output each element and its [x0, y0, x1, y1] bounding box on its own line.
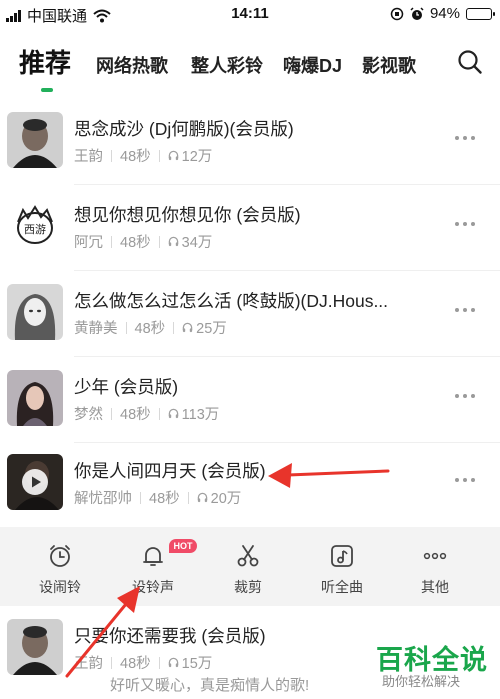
song-plays: 12万 [181, 149, 213, 165]
song-artist: 王韵 [74, 149, 103, 165]
song-action-panel: 设闹铃 设铃声 裁剪 听全曲 其他 [0, 527, 500, 606]
svg-text:西游: 西游 [24, 223, 46, 236]
song-plays: 20万 [210, 491, 242, 507]
song-artist: 黄静美 [74, 321, 118, 337]
song-plays: 15万 [181, 656, 213, 672]
category-tabs: 推荐 网络热歌 整人彩铃 嗨爆DJ 影视歌 [0, 38, 500, 98]
music-note-icon [331, 545, 353, 567]
song-title: 怎么做怎么过怎么活 (咚鼓版)(DJ.Hous... [74, 291, 389, 311]
headphones-icon [168, 657, 178, 668]
headphones-icon [168, 150, 178, 161]
headphones-icon [197, 492, 207, 503]
bell-icon [143, 547, 163, 566]
search-icon[interactable] [456, 48, 484, 76]
listen-full-label: 听全曲 [321, 579, 363, 595]
trim-button[interactable]: 裁剪 [213, 543, 283, 597]
song-plays: 34万 [181, 235, 213, 251]
song-title: 少年 (会员版) [74, 377, 179, 397]
song-title: 你是人间四月天 (会员版) [74, 461, 266, 481]
alarm-status-icon [410, 6, 424, 20]
song-item[interactable]: 怎么做怎么过怎么活 (咚鼓版)(DJ.Hous... 黄静美 48秒 25万 [0, 271, 500, 357]
song-item-playing[interactable]: 你是人间四月天 (会员版) 解忧邵帅 48秒 20万 [0, 441, 500, 527]
set-ringtone-label: 设铃声 [132, 579, 174, 595]
song-artist: 梦然 [74, 407, 103, 423]
more-options-icon[interactable] [455, 474, 485, 486]
headphones-icon [168, 408, 178, 419]
headphones-icon [182, 322, 193, 333]
song-plays: 113万 [181, 407, 220, 423]
alarm-clock-icon [50, 545, 70, 567]
song-cover [7, 619, 63, 675]
listen-full-button[interactable]: 听全曲 [307, 543, 377, 597]
more-options-icon[interactable] [455, 132, 485, 144]
more-dots-icon [423, 552, 447, 560]
song-cover [7, 112, 63, 168]
song-artist: 阿冗 [74, 235, 103, 251]
song-duration: 48秒 [120, 656, 151, 672]
battery-percent: 94% [429, 5, 460, 22]
set-alarm-label: 设闹铃 [39, 579, 81, 595]
song-title: 思念成沙 (Dj何鹏版)(会员版) [74, 119, 294, 139]
active-tab-indicator [41, 88, 53, 92]
song-title: 想见你想见你想见你 (会员版) [74, 205, 301, 225]
other-label: 其他 [421, 579, 449, 595]
headphones-icon [168, 236, 178, 247]
orientation-lock-icon [390, 7, 404, 20]
more-options-icon[interactable] [455, 304, 485, 316]
song-duration: 48秒 [134, 321, 166, 337]
song-duration: 48秒 [120, 235, 151, 251]
tab-network-hits[interactable]: 网络热歌 [96, 52, 168, 78]
song-item[interactable]: 西游 想见你想见你想见你 (会员版) 阿冗 48秒 34万 [0, 185, 500, 271]
song-cover: 西游 [7, 198, 63, 254]
song-artist: 王韵 [74, 656, 103, 672]
song-title: 只要你还需要我 (会员版) [74, 626, 266, 646]
song-cover [7, 370, 63, 426]
battery-icon [466, 7, 495, 20]
song-duration: 48秒 [120, 149, 151, 165]
other-button[interactable]: 其他 [400, 543, 470, 597]
tab-prank-ringtones[interactable]: 整人彩铃 [191, 52, 263, 78]
set-alarm-button[interactable]: 设闹铃 [25, 543, 95, 597]
song-plays: 25万 [196, 321, 227, 337]
more-options-icon[interactable] [455, 218, 485, 230]
song-item[interactable]: 思念成沙 (Dj何鹏版)(会员版) 王韵 48秒 12万 [0, 99, 500, 185]
hot-badge: HOT [169, 539, 197, 553]
more-options-icon[interactable] [455, 390, 485, 402]
watermark-subtitle: 助你轻松解决 [382, 674, 461, 689]
play-icon[interactable] [21, 468, 49, 496]
trim-label: 裁剪 [234, 579, 262, 595]
song-duration: 48秒 [149, 491, 180, 507]
song-caption: 好听又暖心，真是痴情人的歌! [110, 677, 310, 694]
song-cover [7, 284, 63, 340]
scissors-icon [237, 545, 259, 567]
tab-dj[interactable]: 嗨爆DJ [283, 52, 342, 78]
status-bar: 中国联通 14:11 94% [0, 0, 500, 30]
tab-film-songs[interactable]: 影视歌 [362, 52, 416, 78]
tab-recommend[interactable]: 推荐 [19, 43, 71, 80]
song-artist: 解忧邵帅 [74, 491, 132, 507]
song-duration: 48秒 [120, 407, 151, 423]
song-item[interactable]: 少年 (会员版) 梦然 48秒 113万 [0, 357, 500, 443]
